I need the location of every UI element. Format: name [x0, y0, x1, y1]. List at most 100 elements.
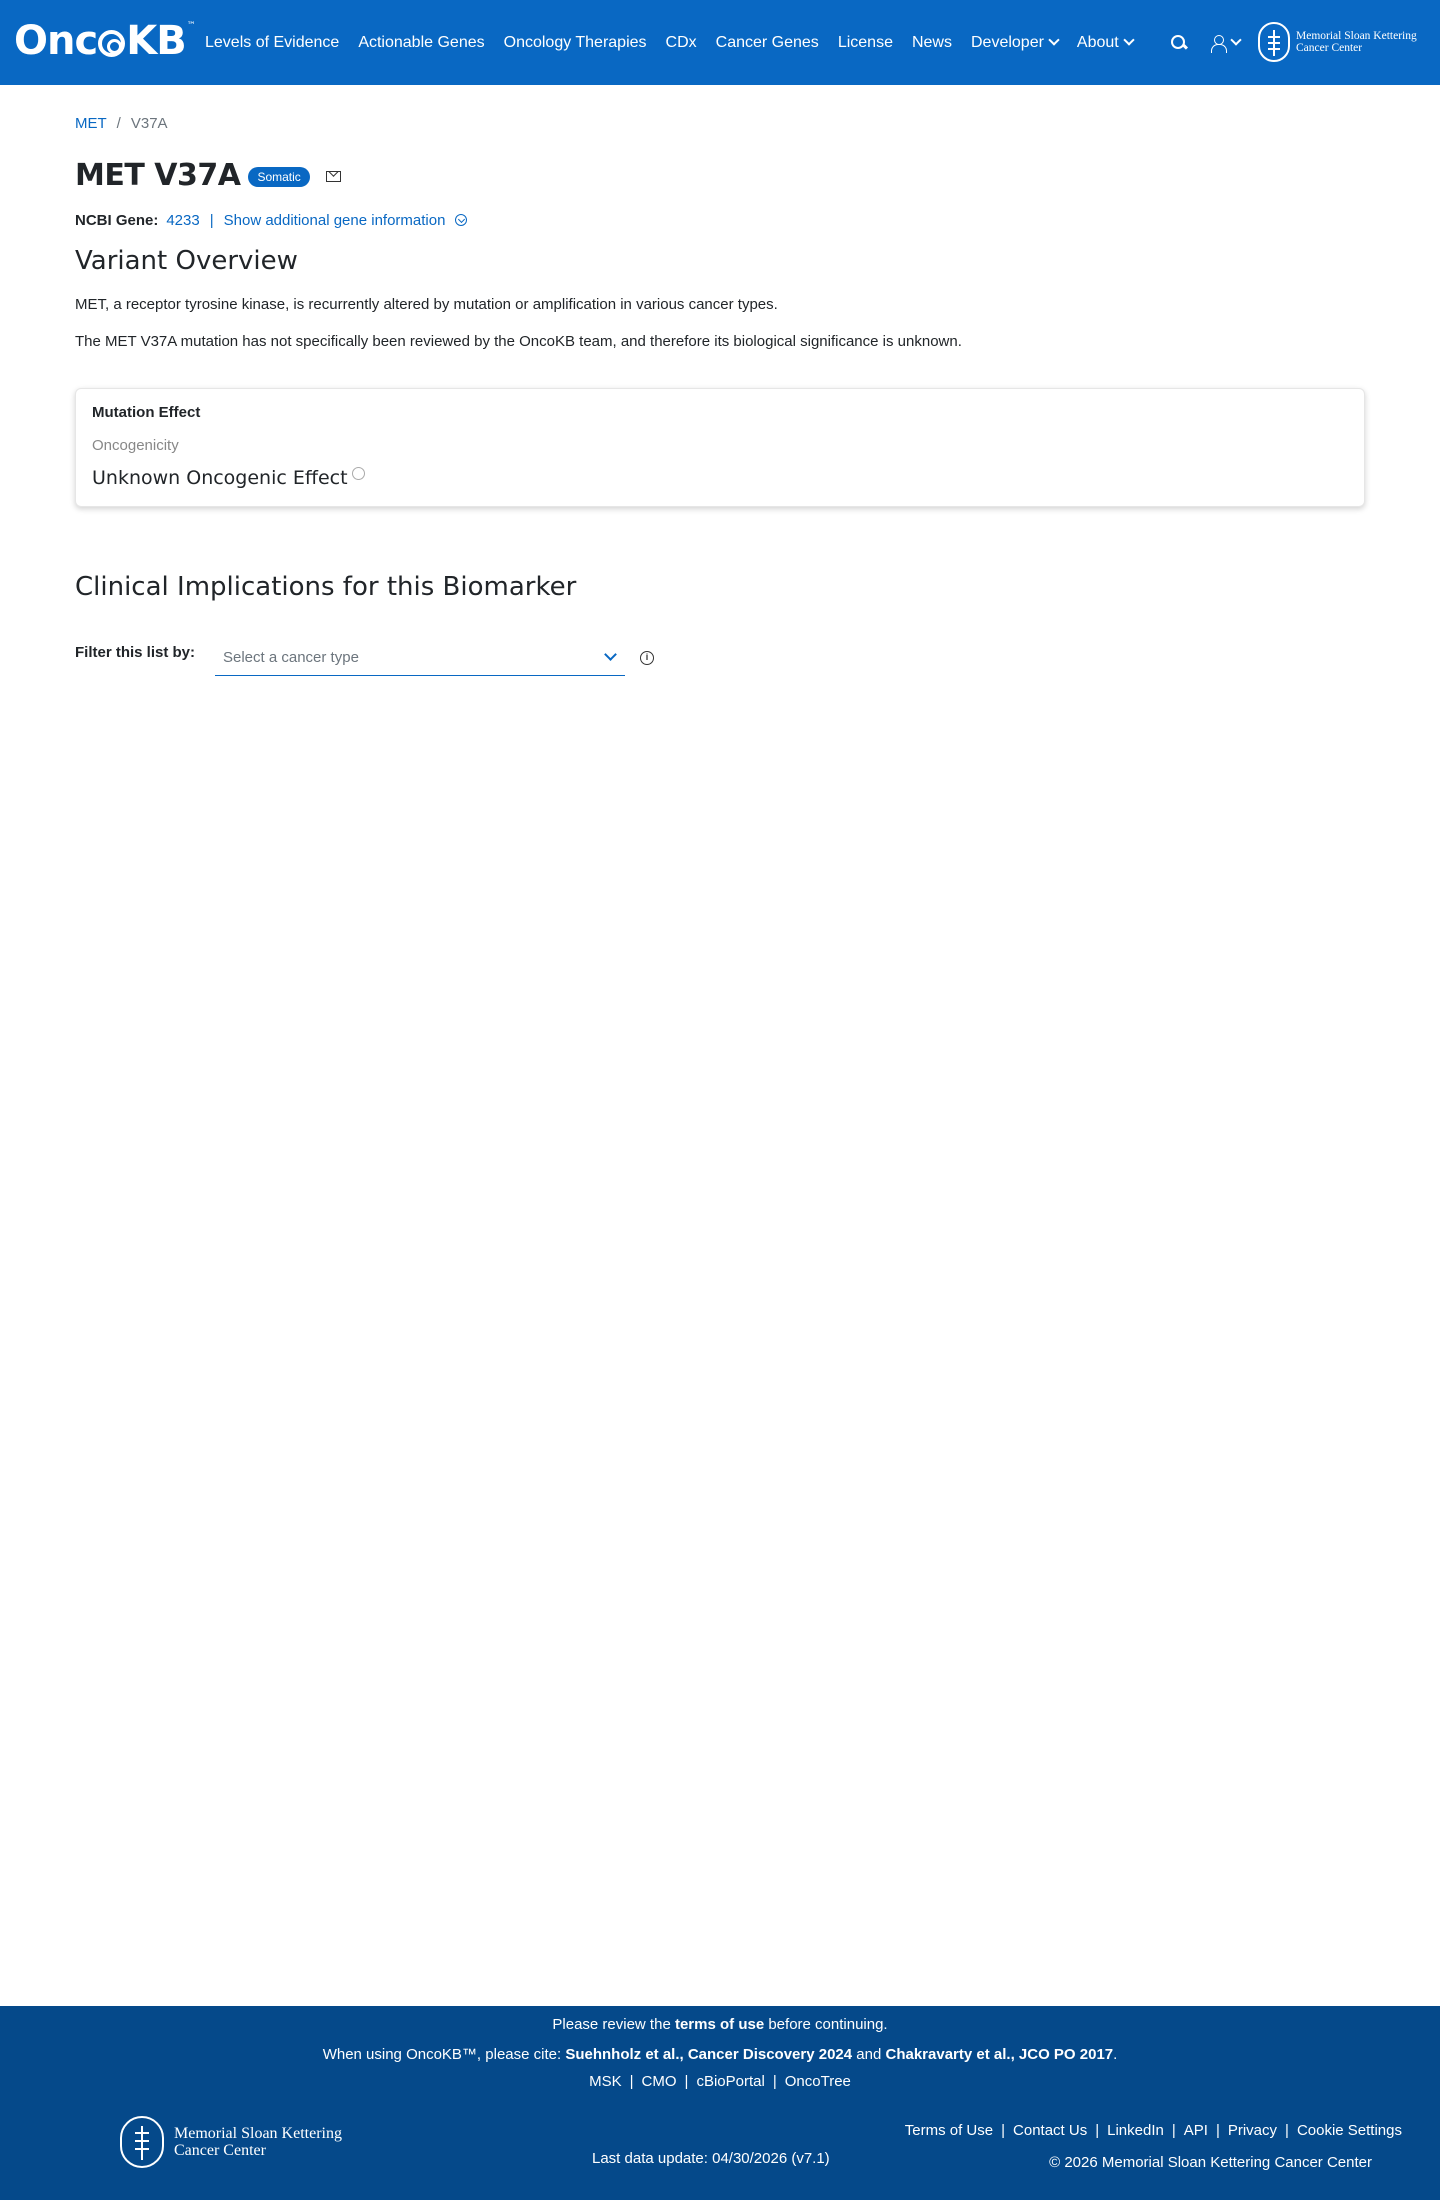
msk-emblem-icon	[1258, 22, 1290, 62]
cancer-type-select[interactable]: Select a cancer type	[215, 640, 625, 676]
oncogenicity-label: Oncogenicity	[92, 437, 179, 454]
nav-icons	[1170, 0, 1242, 85]
footer-pipe: |	[1095, 2122, 1100, 2139]
nav-license[interactable]: License	[838, 34, 893, 52]
title-row: MET V37A Somatic	[75, 158, 341, 193]
msk-footer-line1: Memorial Sloan Kettering	[174, 2125, 342, 2142]
footer-pipe: |	[684, 2073, 689, 2090]
msk-footer-logo[interactable]: Memorial Sloan Kettering Cancer Center	[120, 2116, 342, 2168]
footer-review-suffix: before continuing.	[768, 2016, 888, 2033]
chevron-down-icon	[1123, 33, 1135, 46]
breadcrumb-separator: /	[116, 115, 121, 132]
user-menu-dropdown[interactable]	[1206, 33, 1242, 53]
msk-emblem-icon	[120, 2116, 164, 2168]
nav-developer-dropdown[interactable]: Developer	[970, 33, 1060, 52]
footer-cite-end: .	[1113, 2046, 1118, 2063]
ncbi-gene-label: NCBI Gene:	[75, 212, 159, 229]
footer-legal-links: Terms of Use | Contact Us | LinkedIn | A…	[905, 2122, 1402, 2139]
search-icon[interactable]	[1170, 34, 1188, 52]
variant-overview-title: Variant Overview	[75, 246, 298, 276]
overview-gene-summary: MET, a receptor tyrosine kinase, is recu…	[75, 296, 778, 313]
footer-pipe: |	[772, 2073, 777, 2090]
show-gene-info-label: Show additional gene information	[223, 212, 446, 229]
mutation-effect-card: Mutation Effect Oncogenicity Unknown Onc…	[75, 388, 1365, 507]
filter-label: Filter this list by:	[75, 644, 196, 661]
footer-cite-and: and	[856, 2046, 882, 2063]
brand-trademark: ™	[186, 21, 196, 31]
footer-link-terms-of-use[interactable]: Terms of Use	[905, 2122, 993, 2139]
nav-news[interactable]: News	[912, 34, 952, 52]
envelope-icon[interactable]	[325, 171, 341, 182]
circle-chevron-down-icon	[454, 214, 467, 226]
msk-header-text: Memorial Sloan Kettering Cancer Center	[1296, 30, 1417, 54]
citation-link-suehnholz-text: Suehnholz et al., Cancer Discovery 2024	[565, 2046, 853, 2063]
page-footer: Please review the terms of use before co…	[0, 2006, 1440, 2200]
citation-link-chakravarty-text: Chakravarty et al., JCO PO 2017	[885, 2046, 1114, 2063]
oncogenicity-value: Unknown Oncogenic Effect	[92, 467, 348, 489]
page-title: MET V37A	[75, 158, 241, 193]
user-icon	[1210, 34, 1227, 53]
footer-link-cookie-settings[interactable]: Cookie Settings	[1297, 2122, 1402, 2139]
chevron-down-icon	[604, 648, 617, 661]
main-nav: Levels of Evidence Actionable Genes Onco…	[205, 0, 1152, 85]
footer-partner-links: MSK | CMO | cBioPortal | OncoTree	[0, 2073, 1440, 2090]
footer-link-api[interactable]: API	[1184, 2122, 1208, 2139]
nav-about-dropdown[interactable]: About	[1076, 33, 1135, 52]
footer-link-oncotree[interactable]: OncoTree	[785, 2073, 851, 2090]
footer-link-msk[interactable]: MSK	[589, 2073, 622, 2090]
overview-variant-summary: The MET V37A mutation has not specifical…	[75, 333, 962, 350]
nav-levels-of-evidence[interactable]: Levels of Evidence	[205, 34, 339, 52]
footer-pipe: |	[1285, 2122, 1289, 2139]
logo-target-icon	[98, 29, 126, 57]
mutation-effect-heading: Mutation Effect	[92, 404, 201, 421]
footer-pipe: |	[629, 2073, 634, 2090]
show-gene-info-toggle[interactable]: Show additional gene information	[224, 212, 467, 229]
msk-header-line2: Cancer Center	[1296, 42, 1363, 54]
nav-about-label: About	[1076, 33, 1119, 51]
cancer-type-placeholder: Select a cancer type	[223, 649, 359, 666]
nav-cdx[interactable]: CDx	[666, 34, 697, 52]
footer-pipe: |	[1001, 2122, 1006, 2139]
info-icon[interactable]: i	[640, 651, 654, 665]
footer-link-cmo[interactable]: CMO	[642, 2073, 677, 2090]
chevron-down-icon	[1048, 33, 1060, 46]
clinical-implications-title: Clinical Implications for this Biomarker	[75, 572, 577, 602]
unknown-oncogenic-circle-icon	[351, 467, 365, 480]
footer-pipe: |	[1171, 2122, 1176, 2139]
terms-of-use-link[interactable]: terms of use	[675, 2016, 764, 2033]
oncogenicity-value-row: Unknown Oncogenic Effect	[92, 467, 365, 489]
footer-pipe: |	[1215, 2122, 1220, 2139]
chevron-down-icon	[1230, 33, 1242, 46]
msk-footer-line2: Cancer Center	[174, 2142, 266, 2159]
citation-link-suehnholz[interactable]: Suehnholz et al., Cancer Discovery 2024	[565, 2046, 852, 2063]
msk-footer-text: Memorial Sloan Kettering Cancer Center	[174, 2125, 342, 2159]
brand-suffix: KB	[126, 18, 186, 64]
footer-copyright: © 2026 Memorial Sloan Kettering Cancer C…	[1049, 2154, 1372, 2171]
nav-developer-label: Developer	[970, 33, 1044, 51]
msk-header-line1: Memorial Sloan Kettering	[1296, 30, 1417, 42]
footer-review-prefix: Please review the	[552, 2016, 671, 2033]
nav-oncology-therapies[interactable]: Oncology Therapies	[504, 34, 647, 52]
breadcrumb-current: V37A	[130, 115, 168, 132]
nav-actionable-genes[interactable]: Actionable Genes	[358, 34, 484, 52]
footer-citation: When using OncoKB™, please cite: Suehnho…	[0, 2046, 1440, 2063]
footer-terms-notice: Please review the terms of use before co…	[0, 2016, 1440, 2033]
footer-link-linkedin[interactable]: LinkedIn	[1107, 2122, 1164, 2139]
footer-link-contact-us[interactable]: Contact Us	[1013, 2122, 1087, 2139]
terms-of-use-link-text: terms of use	[674, 2016, 765, 2033]
msk-header-logo[interactable]: Memorial Sloan Kettering Cancer Center	[1258, 22, 1417, 62]
top-navbar: Onc KB ™ Levels of Evidence Actionable G…	[0, 0, 1440, 85]
ncbi-gene-id-link[interactable]: 4233	[166, 212, 199, 229]
breadcrumb-gene-link[interactable]: MET	[75, 115, 107, 132]
oncokb-logo[interactable]: Onc KB ™	[14, 18, 196, 64]
brand-prefix: Onc	[14, 18, 98, 64]
nav-cancer-genes[interactable]: Cancer Genes	[716, 34, 819, 52]
gene-row-separator: |	[209, 212, 214, 229]
citation-link-chakravarty[interactable]: Chakravarty et al., JCO PO 2017	[886, 2046, 1114, 2063]
somatic-badge: Somatic	[248, 166, 310, 187]
footer-link-cbioportal[interactable]: cBioPortal	[696, 2073, 764, 2090]
ncbi-gene-row: NCBI Gene: 4233 | Show additional gene i…	[75, 212, 467, 229]
footer-cite-prefix: When using OncoKB™, please cite:	[322, 2046, 562, 2063]
footer-link-privacy[interactable]: Privacy	[1228, 2122, 1277, 2139]
last-data-update: Last data update: 04/30/2026 (v7.1)	[592, 2150, 830, 2167]
